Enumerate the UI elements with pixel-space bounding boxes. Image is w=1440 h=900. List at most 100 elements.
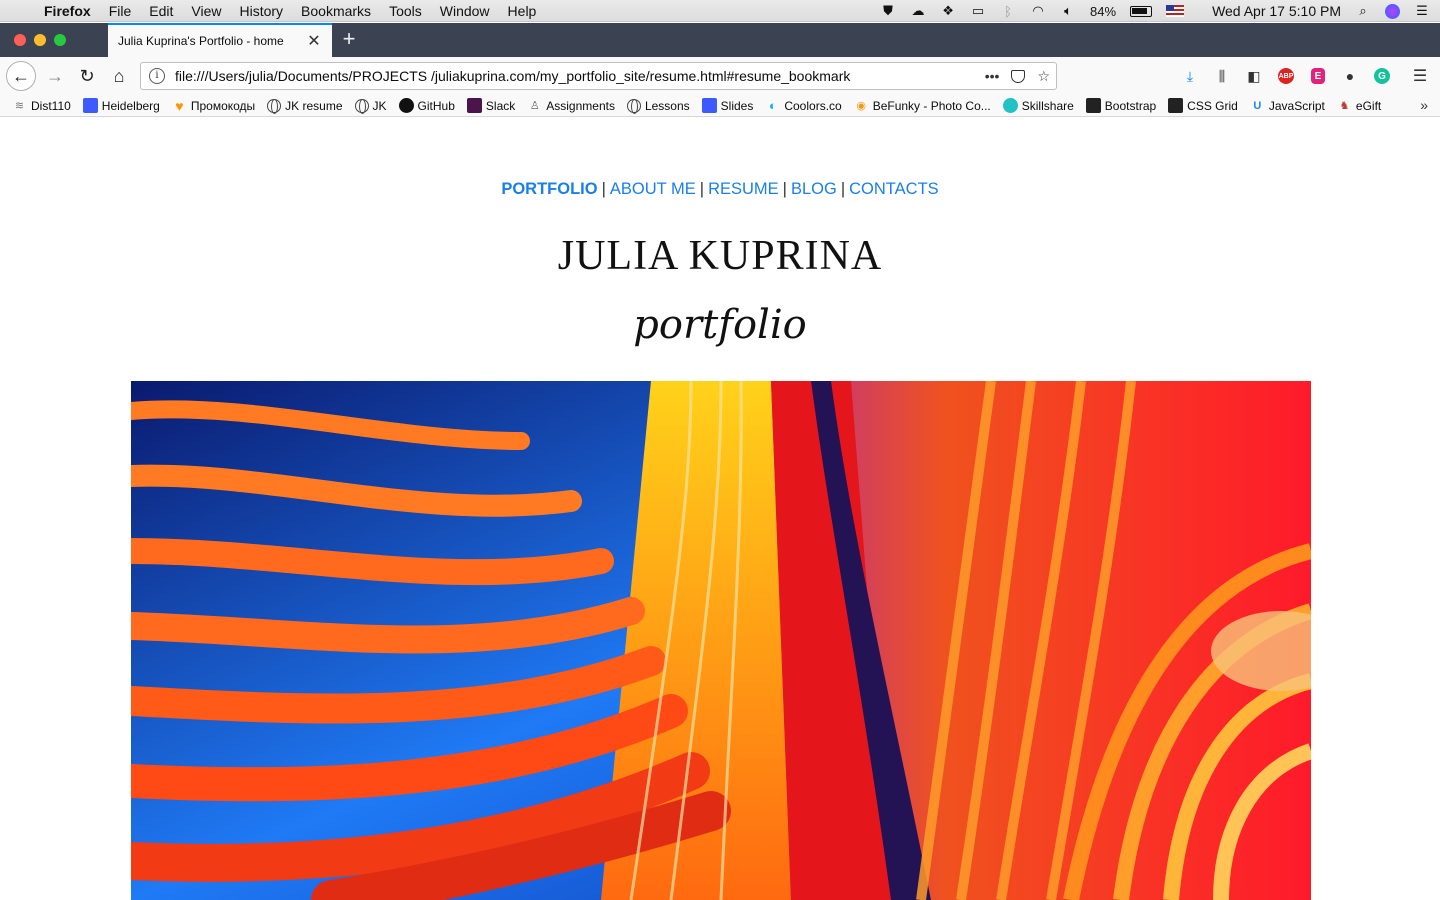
- new-tab-button[interactable]: +: [336, 27, 362, 53]
- bookmark-item[interactable]: ≋ Dist110: [12, 98, 71, 113]
- nav-toolbar: ← → ↻ ⌂ i file:///Users/julia/Documents/…: [0, 57, 1440, 95]
- bookmark-label: JavaScript: [1268, 98, 1325, 113]
- notification-center-icon[interactable]: ☰: [1414, 3, 1430, 18]
- window-controls: [14, 34, 66, 46]
- tab-active[interactable]: Julia Kuprina's Portfolio - home ✕: [108, 23, 332, 57]
- extension-e-icon[interactable]: E: [1311, 68, 1325, 84]
- bookmark-item[interactable]: GitHub: [398, 98, 455, 113]
- grammarly-icon[interactable]: G: [1374, 68, 1390, 84]
- close-window-button[interactable]: [14, 34, 26, 46]
- bookmark-label: Промокоды: [190, 98, 256, 113]
- bookmark-label: GitHub: [417, 98, 455, 113]
- bookmark-item[interactable]: ◐ Coolors.co: [765, 98, 842, 113]
- site-nav: PORTFOLIO | ABOUT ME | RESUME | BLOG | CONTACTS: [0, 180, 1440, 199]
- github-icon: [398, 98, 414, 113]
- bookmark-item[interactable]: U JavaScript: [1250, 98, 1325, 113]
- hamburger-menu-icon[interactable]: ☰: [1410, 66, 1430, 86]
- bookmark-item[interactable]: CSS Grid: [1168, 98, 1238, 113]
- page-actions-icon[interactable]: •••: [985, 68, 1000, 84]
- pocket-icon[interactable]: [1011, 69, 1026, 83]
- bookmark-label: Assignments: [546, 98, 615, 113]
- volume-icon[interactable]: 🔈︎: [1060, 3, 1076, 18]
- bookmark-item[interactable]: ♥ Промокоды: [172, 97, 256, 114]
- bookmark-item[interactable]: Skillshare: [1002, 98, 1074, 113]
- menu-app-name[interactable]: Firefox: [44, 3, 91, 19]
- menu-view[interactable]: View: [191, 3, 221, 19]
- bookmark-item[interactable]: ♙ Assignments: [527, 98, 615, 113]
- bookmark-item[interactable]: JK: [354, 98, 387, 114]
- back-button[interactable]: ←: [6, 61, 36, 91]
- bookmark-label: CSS Grid: [1187, 98, 1238, 113]
- dropbox-icon[interactable]: ❖: [940, 3, 956, 18]
- bookmark-item[interactable]: Lessons: [626, 98, 690, 114]
- forward-button[interactable]: →: [40, 61, 70, 91]
- bookmark-label: Lessons: [644, 98, 690, 113]
- bookmark-label: Dist110: [31, 98, 71, 113]
- more-bookmarks-icon[interactable]: »: [1420, 97, 1428, 113]
- wifi-icon[interactable]: ◠: [1030, 3, 1046, 18]
- menu-tools[interactable]: Tools: [389, 3, 422, 19]
- skillshare-icon: [1002, 98, 1018, 113]
- shield-icon[interactable]: ⛊: [880, 3, 896, 18]
- globe-icon: [354, 98, 369, 114]
- display-icon[interactable]: ▭: [970, 3, 986, 18]
- page-viewport: PORTFOLIO | ABOUT ME | RESUME | BLOG | CONTACTS …: [0, 118, 1440, 900]
- nav-portfolio-link[interactable]: PORTFOLIO: [501, 180, 597, 198]
- grid-icon: [1085, 98, 1101, 113]
- menu-edit[interactable]: Edit: [149, 3, 173, 19]
- coolors-icon: ◐: [768, 98, 777, 113]
- menu-bookmarks[interactable]: Bookmarks: [301, 3, 371, 19]
- adblock-plus-icon[interactable]: ABP: [1278, 68, 1294, 84]
- tab-title: Julia Kuprina's Portfolio - home: [118, 34, 284, 48]
- menu-history[interactable]: History: [239, 3, 283, 19]
- spotlight-search-icon[interactable]: ⌕: [1355, 3, 1371, 18]
- battery-percent[interactable]: 84%: [1090, 4, 1116, 19]
- reload-button[interactable]: ↻: [72, 61, 102, 91]
- battery-icon[interactable]: [1130, 5, 1153, 17]
- creative-cloud-icon[interactable]: ☁: [910, 3, 926, 18]
- menubar-clock[interactable]: Wed Apr 17 5:10 PM: [1212, 3, 1341, 19]
- menu-window[interactable]: Window: [440, 3, 490, 19]
- site-info-icon[interactable]: i: [149, 68, 165, 84]
- bookmark-label: Bootstrap: [1104, 98, 1157, 113]
- bookmark-item[interactable]: JK resume: [267, 98, 343, 114]
- nav-resume-link[interactable]: RESUME: [708, 180, 779, 198]
- slack-icon: [466, 98, 482, 113]
- bookmark-item[interactable]: ◉ BeFunky - Photo Co...: [854, 98, 991, 113]
- bookmark-label: Slack: [485, 98, 516, 113]
- nav-separator: |: [782, 180, 787, 198]
- abstract-wave-artwork: [131, 381, 1311, 900]
- bookmark-item[interactable]: Slack: [466, 98, 516, 113]
- downloads-icon[interactable]: ⤓: [1180, 66, 1200, 86]
- bookmark-item[interactable]: ♞ eGift: [1337, 98, 1381, 113]
- url-text[interactable]: file:///Users/julia/Documents/PROJECTS /…: [175, 68, 985, 84]
- bookmark-item[interactable]: Slides: [701, 98, 754, 113]
- library-icon[interactable]: ⫼: [1212, 66, 1232, 86]
- calendar-icon: [82, 98, 98, 113]
- minimize-window-button[interactable]: [34, 34, 46, 46]
- zoom-window-button[interactable]: [54, 34, 66, 46]
- sidebar-icon[interactable]: ◧: [1244, 66, 1264, 86]
- nav-separator: |: [699, 180, 705, 198]
- home-button[interactable]: ⌂: [104, 61, 134, 91]
- bookmark-label: Slides: [720, 98, 754, 113]
- nav-about-link[interactable]: ABOUT ME: [610, 180, 696, 198]
- bookmark-label: BeFunky - Photo Co...: [872, 98, 991, 113]
- siri-icon[interactable]: [1385, 3, 1400, 19]
- bookmark-star-icon[interactable]: ☆: [1037, 68, 1050, 85]
- close-tab-icon[interactable]: ✕: [306, 31, 322, 51]
- url-bar[interactable]: i file:///Users/julia/Documents/PROJECTS…: [140, 62, 1057, 90]
- heart-icon: ♥: [175, 97, 184, 114]
- input-source-flag-icon[interactable]: [1166, 5, 1185, 17]
- nav-blog-link[interactable]: BLOG: [791, 180, 837, 198]
- menu-help[interactable]: Help: [508, 3, 537, 19]
- site-subtitle: portfolio: [633, 302, 807, 348]
- bookmark-label: eGift: [1355, 98, 1382, 113]
- nav-contacts-link[interactable]: CONTACTS: [849, 180, 939, 198]
- bookmark-item[interactable]: Bootstrap: [1085, 98, 1157, 113]
- macos-menubar: Firefox File Edit View History Bookmarks…: [0, 0, 1440, 22]
- bluetooth-icon[interactable]: ᛒ: [1000, 4, 1016, 19]
- menu-file[interactable]: File: [109, 3, 132, 19]
- bookmark-item[interactable]: Heidelberg: [82, 98, 160, 113]
- extension-puzzle-icon[interactable]: ●: [1340, 66, 1360, 86]
